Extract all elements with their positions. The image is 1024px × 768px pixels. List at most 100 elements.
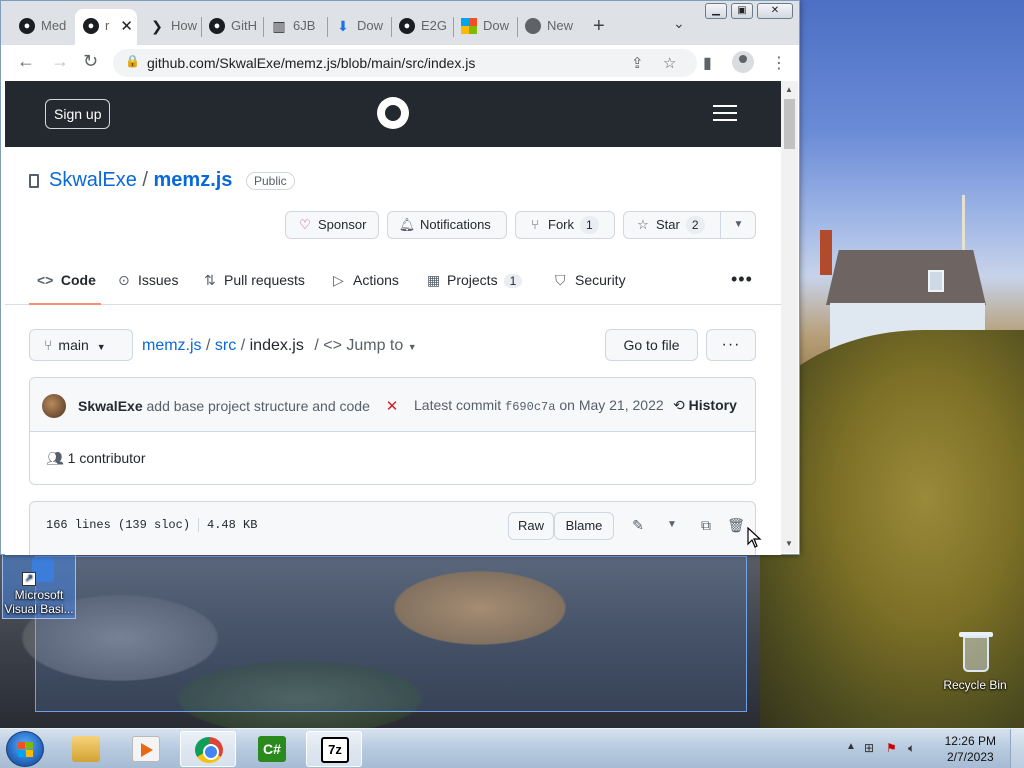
copy-icon[interactable]: ⧉ — [692, 512, 720, 538]
tab-security[interactable]: ⛉ Security — [555, 272, 626, 289]
address-bar[interactable]: 🔒 github.com/SkwalExe/memz.js/blob/main/… — [113, 49, 697, 77]
share-icon[interactable]: ⇪ — [631, 54, 644, 72]
hamburger-menu-icon[interactable] — [713, 105, 737, 123]
commit-sha-link[interactable]: f690c7a — [505, 400, 555, 414]
breadcrumb-separator: / — [240, 337, 246, 354]
volume-icon[interactable]: 🔈︎ — [908, 741, 915, 756]
scroll-up-arrow-icon[interactable]: ▲ — [785, 85, 793, 94]
more-options-icon[interactable]: ··· — [706, 329, 756, 361]
tab-projects[interactable]: ▦ Projects 1 — [427, 272, 523, 289]
edit-dropdown-chevron-icon[interactable]: ▼ — [658, 512, 686, 538]
repo-name-link[interactable]: memz.js — [154, 169, 233, 191]
tab-8[interactable]: Dow — [453, 9, 515, 45]
close-window-button[interactable]: ✕ — [757, 3, 793, 19]
commit-author-link[interactable]: SkwalExe — [78, 398, 143, 414]
contributors-link[interactable]: 👥︎ 1 contributor — [46, 450, 146, 467]
trash-icon[interactable]: 🗑︎ — [722, 512, 750, 538]
start-button[interactable] — [6, 731, 44, 767]
taskbar-explorer[interactable] — [58, 731, 114, 767]
page-scrollbar[interactable]: ▲ ▼ — [781, 81, 798, 553]
avatar[interactable] — [42, 394, 66, 418]
taskbar-media-player[interactable] — [118, 731, 174, 767]
minimize-button[interactable]: ▁ — [705, 3, 727, 19]
tab-7[interactable]: ● E2G — [391, 9, 453, 45]
tab-5[interactable]: ▥ 6JB — [263, 9, 325, 45]
pull-request-icon: ⇅ — [204, 272, 216, 288]
tab-3[interactable]: ❯ How — [141, 9, 203, 45]
history-link[interactable]: ⟲ History — [673, 397, 737, 414]
notifications-button[interactable]: 🔔︎ Notifications — [387, 211, 507, 239]
github-logo-icon[interactable] — [377, 97, 409, 129]
taskbar-7zip[interactable]: 7z — [306, 731, 362, 767]
blame-button[interactable]: Blame — [554, 512, 614, 540]
bookmark-star-icon[interactable]: ☆ — [663, 54, 676, 72]
sponsor-button[interactable]: ♡ Sponsor — [285, 211, 379, 239]
clock[interactable]: 12:26 PM 2/7/2023 — [945, 733, 996, 765]
recycle-bin-label: Recycle Bin — [943, 678, 1007, 692]
repo-owner-link[interactable]: SkwalExe — [49, 169, 137, 191]
tab-search-icon[interactable]: ⌄ — [673, 15, 685, 32]
kebab-menu-icon[interactable]: ⋮ — [771, 53, 787, 73]
visual-basic-desktop-icon[interactable]: ↗ Microsoft Visual Basi... — [2, 553, 76, 619]
tab-label: 6JB — [293, 18, 316, 33]
tab-1[interactable]: ● Med — [11, 9, 73, 45]
go-to-file-button[interactable]: Go to file — [605, 329, 698, 361]
tab-pull-requests[interactable]: ⇅ Pull requests — [204, 272, 305, 289]
tab-actions[interactable]: ▷ Actions — [333, 272, 399, 289]
tab-6[interactable]: ⬇ Dow — [327, 9, 389, 45]
tab-9[interactable]: New — [517, 9, 579, 45]
back-arrow-icon[interactable]: ← — [17, 51, 35, 72]
tab-label: GitH — [231, 18, 257, 33]
new-tab-button[interactable]: + — [593, 15, 605, 38]
profile-avatar-icon[interactable] — [732, 51, 754, 73]
tab-2-active[interactable]: ● r ✕ — [75, 9, 137, 45]
star-dropdown-chevron-icon[interactable]: ▼ — [720, 212, 756, 238]
maximize-button[interactable]: ▣ — [731, 3, 753, 19]
url-text[interactable]: github.com/SkwalExe/memz.js/blob/main/sr… — [147, 55, 475, 71]
github-icon: ● — [83, 18, 99, 34]
close-tab-icon[interactable]: ✕ — [120, 17, 133, 35]
show-hidden-icons-icon[interactable]: ▲ — [846, 741, 856, 752]
scroll-thumb[interactable] — [784, 99, 795, 149]
reload-icon[interactable]: ↻ — [83, 51, 98, 72]
latest-commit-row: SkwalExe add base project structure and … — [30, 378, 755, 432]
taskbar-csharp[interactable]: C# — [244, 731, 300, 767]
side-panel-icon[interactable]: ▮ — [703, 53, 712, 73]
tab-label: E2G — [421, 18, 448, 33]
tab-4[interactable]: ● GitH — [201, 9, 263, 45]
more-tabs-icon[interactable]: ••• — [731, 269, 753, 290]
network-icon[interactable]: ⊞ — [864, 741, 874, 755]
sponsor-label: Sponsor — [318, 217, 367, 232]
file-info-divider — [198, 518, 200, 532]
tab-label: Dow — [357, 18, 384, 33]
recycle-bin-desktop-icon[interactable]: Recycle Bin — [938, 630, 1012, 692]
tab-security-label: Security — [575, 272, 626, 288]
branch-selector[interactable]: ⑂ main ▼ — [29, 329, 133, 361]
breadcrumb-src-link[interactable]: src — [215, 337, 236, 354]
github-page: Sign up SkwalExe / memz.js Public ♡ Spons… — [5, 81, 781, 555]
sign-up-button[interactable]: Sign up — [45, 99, 111, 129]
show-desktop-button[interactable] — [1010, 729, 1024, 768]
system-tray: ▲ ⊞ ⚑ 🔈︎ 12:26 PM 2/7/2023 — [834, 729, 1024, 768]
commit-message-link[interactable]: add base project structure and code — [147, 398, 370, 414]
edit-pencil-icon[interactable]: ✎ — [624, 512, 652, 538]
forward-arrow-icon[interactable]: → — [51, 51, 69, 72]
raw-button[interactable]: Raw — [508, 512, 554, 540]
repo-title: SkwalExe / memz.js Public — [29, 169, 295, 192]
taskbar-chrome[interactable] — [180, 731, 236, 767]
tab-issues[interactable]: ⊙ Issues — [118, 272, 178, 289]
action-center-flag-icon[interactable]: ⚑ — [886, 741, 897, 755]
line-count: 166 lines (139 sloc) — [46, 518, 191, 533]
breadcrumb-repo-link[interactable]: memz.js — [142, 337, 202, 354]
fork-button[interactable]: ⑂ Fork 1 — [515, 211, 615, 239]
recycle-bin-icon — [958, 630, 993, 674]
fork-count: 1 — [580, 216, 599, 234]
commit-message: SkwalExe add base project structure and … — [78, 397, 398, 415]
jump-to-dropdown[interactable]: <> Jump to ▼ — [323, 337, 416, 354]
mouse-cursor-icon — [747, 527, 762, 548]
failed-status-icon[interactable]: ✕ — [386, 398, 399, 415]
tab-code[interactable]: <> Code — [37, 272, 96, 288]
csharp-icon: C# — [258, 736, 286, 762]
scroll-down-arrow-icon[interactable]: ▼ — [785, 539, 793, 548]
star-button[interactable]: ☆ Star 2 ▼ — [623, 211, 756, 239]
